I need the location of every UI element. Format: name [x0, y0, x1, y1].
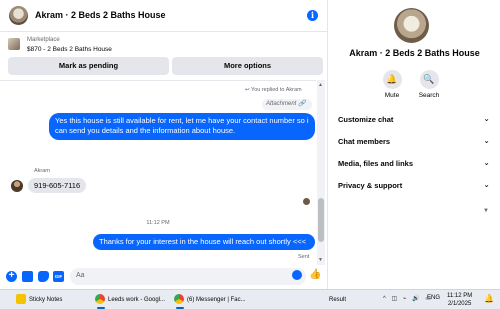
- chevron-down-icon: ⌄: [483, 158, 490, 167]
- gif-icon[interactable]: GIF: [53, 271, 64, 282]
- outgoing-message[interactable]: Yes this house is still available for re…: [49, 113, 315, 140]
- timestamp-separator: 11:12 PM: [146, 220, 170, 226]
- taskbar-chrome-leeds[interactable]: Leeds work - Googl...: [95, 293, 165, 307]
- message-input-placeholder: Aa: [76, 272, 85, 279]
- taskbar-sticky-notes[interactable]: Sticky Notes: [16, 293, 62, 307]
- more-options-button[interactable]: More options: [172, 57, 323, 75]
- chat-header: Akram · 2 Beds 2 Baths House i: [0, 0, 327, 32]
- section-label: Customize chat: [338, 115, 394, 124]
- chevron-down-icon: ⌄: [483, 114, 490, 123]
- chat-pane: Akram · 2 Beds 2 Baths House i Marketpla…: [0, 0, 327, 289]
- taskbar-clock[interactable]: 11:12 PM 2/1/2025: [447, 292, 472, 308]
- info-icon[interactable]: i: [307, 10, 318, 21]
- taskbar-widget-result[interactable]: Result: [329, 293, 346, 307]
- plus-icon[interactable]: +: [6, 271, 17, 282]
- bell-icon[interactable]: 🔔: [382, 70, 402, 89]
- taskbar-item-label: Sticky Notes: [29, 297, 63, 303]
- language-indicator[interactable]: ENG: [427, 295, 440, 301]
- listing-price-title[interactable]: $870 - 2 Beds 2 Baths House: [27, 46, 112, 53]
- message-status: Sent: [298, 254, 310, 260]
- chat-title[interactable]: Akram · 2 Beds 2 Baths House: [35, 10, 166, 20]
- section-customize-chat[interactable]: Customize chat ⌄: [338, 114, 496, 127]
- scroll-down-arrow[interactable]: ▼: [483, 208, 491, 216]
- sticker-icon[interactable]: [38, 271, 49, 282]
- scrollbar-thumb[interactable]: [318, 198, 324, 242]
- search-icon[interactable]: 🔍: [419, 70, 439, 89]
- message-composer: + GIF Aa 👍: [0, 265, 327, 289]
- mark-as-pending-button[interactable]: Mark as pending: [8, 57, 169, 75]
- listing-category: Marketplace: [27, 37, 60, 43]
- replied-note: ↩ You replied to Akram: [245, 87, 302, 93]
- system-tray-icons[interactable]: ^ ◫ ⌁ 🔊 ▭: [383, 295, 433, 302]
- attachment-preview[interactable]: Attachment 🔗: [262, 99, 312, 110]
- windows-taskbar: Sticky Notes Leeds work - Googl... (6) M…: [0, 289, 500, 309]
- widget-label: Result: [329, 297, 347, 303]
- sender-name: Akram: [34, 168, 50, 174]
- conversation-info-panel: Akram · 2 Beds 2 Baths House 🔔 Mute 🔍 Se…: [327, 0, 500, 289]
- emoji-icon[interactable]: [292, 270, 302, 280]
- section-label: Media, files and links: [338, 159, 414, 168]
- section-label: Chat members: [338, 137, 391, 146]
- section-privacy-support[interactable]: Privacy & support ⌄: [338, 180, 496, 193]
- taskbar-chrome-messenger[interactable]: (6) Messenger | Fac...: [174, 293, 246, 307]
- section-media-files-links[interactable]: Media, files and links ⌄: [338, 158, 496, 171]
- clock-date: 2/1/2025: [447, 301, 472, 307]
- sticky-notes-icon: [16, 294, 26, 305]
- conversation-avatar[interactable]: [394, 8, 429, 43]
- contact-avatar[interactable]: [9, 6, 28, 25]
- chevron-down-icon: ⌄: [483, 136, 490, 145]
- section-label: Privacy & support: [338, 181, 403, 190]
- seen-avatar: [303, 198, 310, 205]
- photo-icon[interactable]: [22, 271, 33, 282]
- marketplace-listing: Marketplace $870 - 2 Beds 2 Baths House …: [0, 32, 327, 78]
- mute-action[interactable]: 🔔 Mute: [377, 70, 407, 99]
- outgoing-message[interactable]: Thanks for your interest in the house wi…: [93, 234, 315, 250]
- clock-time: 11:12 PM: [447, 293, 473, 299]
- scroll-up-arrow[interactable]: ▲: [318, 82, 323, 88]
- section-chat-members[interactable]: Chat members ⌄: [338, 136, 496, 149]
- chrome-icon: [174, 294, 184, 305]
- chrome-icon: [95, 294, 105, 305]
- mute-label: Mute: [384, 92, 400, 99]
- like-icon[interactable]: 👍: [309, 269, 321, 281]
- sender-avatar[interactable]: [11, 180, 23, 192]
- taskbar-item-label: Leeds work - Googl...: [108, 297, 166, 303]
- search-label: Search: [418, 92, 440, 99]
- taskbar-item-label: (6) Messenger | Fac...: [187, 297, 246, 303]
- message-input[interactable]: Aa: [70, 268, 306, 285]
- scroll-down-arrow[interactable]: ▼: [318, 257, 323, 263]
- incoming-message[interactable]: 919-605-7116: [28, 178, 86, 193]
- chevron-down-icon: ⌄: [483, 180, 490, 189]
- conversation-title: Akram · 2 Beds 2 Baths House: [349, 48, 480, 58]
- notification-icon[interactable]: 🔔: [484, 294, 494, 303]
- message-thread: ↩ You replied to Akram Attachment 🔗 Yes …: [0, 80, 316, 265]
- search-action[interactable]: 🔍 Search: [414, 70, 444, 99]
- listing-thumbnail[interactable]: [8, 38, 20, 50]
